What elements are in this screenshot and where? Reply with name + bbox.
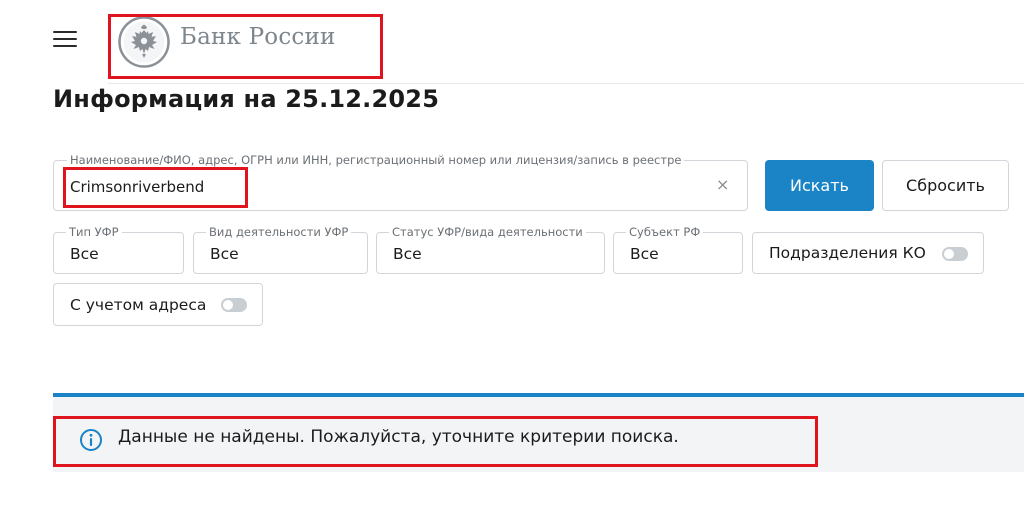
menu-icon-bar [53, 38, 77, 40]
search-field-label: Наименование/ФИО, адрес, ОГРН или ИНН, р… [67, 153, 685, 167]
filter-status-value: Все [393, 245, 422, 263]
reset-button[interactable]: Сбросить [882, 160, 1009, 211]
search-input-highlight [63, 167, 248, 208]
close-icon[interactable]: × [716, 175, 729, 194]
toggle-switch-icon[interactable] [221, 298, 247, 312]
subdivisions-toggle[interactable]: Подразделения КО [752, 232, 984, 274]
filter-kind-value: Все [210, 245, 239, 263]
filter-status-select[interactable]: Статус УФР/вида деятельности Все [376, 225, 605, 274]
filter-subject-select[interactable]: Субъект РФ Все [613, 225, 743, 274]
filter-type-value: Все [70, 245, 99, 263]
menu-icon[interactable] [53, 31, 77, 49]
logo-highlight [108, 14, 383, 79]
page-title: Информация на 25.12.2025 [53, 85, 440, 113]
menu-icon-bar [53, 45, 77, 47]
search-button[interactable]: Искать [765, 160, 874, 211]
with-address-toggle-label: С учетом адреса [70, 295, 207, 314]
message-highlight [53, 416, 818, 467]
menu-icon-bar [53, 31, 77, 33]
filter-kind-select[interactable]: Вид деятельности УФР Все [193, 225, 368, 274]
toggle-switch-icon[interactable] [942, 247, 968, 261]
filter-type-select[interactable]: Тип УФР Все [53, 225, 184, 274]
filter-subject-value: Все [630, 245, 659, 263]
subdivisions-toggle-label: Подразделения КО [769, 244, 926, 262]
with-address-toggle[interactable]: С учетом адреса [53, 283, 263, 326]
filter-status-label: Статус УФР/вида деятельности [389, 225, 586, 239]
filter-type-label: Тип УФР [66, 225, 122, 239]
header-divider [108, 83, 1024, 84]
filter-kind-label: Вид деятельности УФР [206, 225, 352, 239]
filter-subject-label: Субъект РФ [626, 225, 704, 239]
